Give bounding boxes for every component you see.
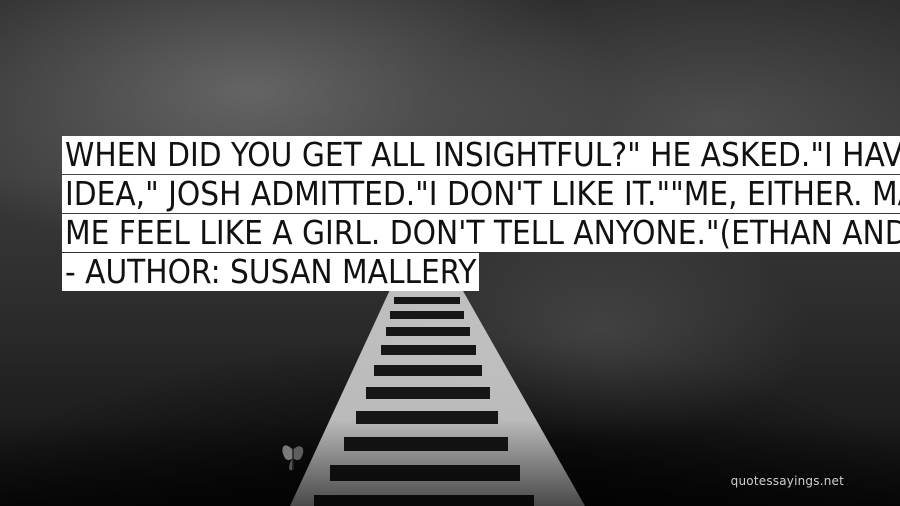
quote-line: ME FEEL LIKE A GIRL. DON'T TELL ANYONE."… (62, 214, 900, 252)
quote-block: WHEN DID YOU GET ALL INSIGHTFUL?" HE ASK… (62, 136, 900, 292)
quote-line: WHEN DID YOU GET ALL INSIGHTFUL?" HE ASK… (62, 136, 900, 174)
author-line: - AUTHOR: SUSAN MALLERY (62, 253, 842, 291)
quote-line-text: WHEN DID YOU GET ALL INSIGHTFUL?" HE ASK… (62, 136, 900, 174)
background-image: WHEN DID YOU GET ALL INSIGHTFUL?" HE ASK… (0, 0, 900, 506)
site-watermark: quotessayings.net (730, 474, 844, 488)
quote-line-text: IDEA," JOSH ADMITTED."I DON'T LIKE IT.""… (62, 175, 900, 213)
quote-line: IDEA," JOSH ADMITTED."I DON'T LIKE IT.""… (62, 175, 900, 213)
butterfly-icon (280, 440, 306, 478)
quote-line-text: ME FEEL LIKE A GIRL. DON'T TELL ANYONE."… (62, 214, 900, 252)
author-text: - AUTHOR: SUSAN MALLERY (62, 253, 480, 291)
